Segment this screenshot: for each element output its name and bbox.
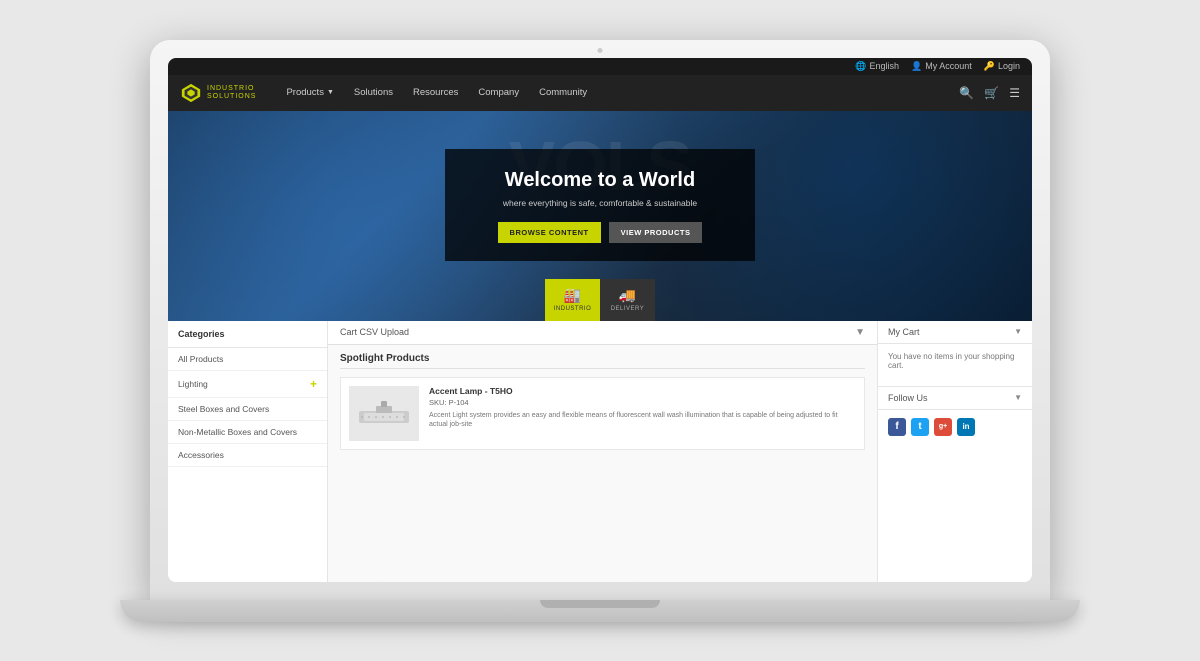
login-icon: 🔑: [984, 61, 995, 72]
my-account-link[interactable]: 👤 My Account: [911, 61, 972, 72]
logo-text: INDUSTRIO SOLUTIONS: [207, 85, 256, 100]
nav-community[interactable]: Community: [529, 75, 597, 111]
follow-label: Follow Us: [888, 393, 928, 403]
nav-menu: Products ▼ Solutions Resources Company: [276, 75, 959, 111]
industrio-tab-icon: 🏭: [564, 287, 582, 304]
expand-icon: +: [310, 377, 317, 391]
hero-section: VOLS Welcome to a World where everything…: [168, 111, 1032, 321]
language-label: English: [869, 61, 899, 71]
product-info: Accent Lamp - T5HO SKU: P-104 Accent Lig…: [429, 386, 856, 441]
laptop-base: [120, 600, 1080, 622]
user-icon: 👤: [911, 61, 922, 72]
laptop-screen: 🌐 English 👤 My Account 🔑 Login: [168, 58, 1032, 582]
follow-header: Follow Us ▼: [878, 387, 1032, 410]
csv-label: Cart CSV Upload: [340, 327, 409, 337]
cart-chevron-icon: ▼: [1014, 327, 1022, 336]
product-name: Accent Lamp - T5HO: [429, 386, 856, 396]
login-link[interactable]: 🔑 Login: [984, 61, 1020, 72]
dropdown-arrow-icon: ▼: [327, 89, 334, 96]
product-card: Accent Lamp - T5HO SKU: P-104 Accent Lig…: [340, 377, 865, 450]
website: 🌐 English 👤 My Account 🔑 Login: [168, 58, 1032, 582]
view-products-button[interactable]: VIEW PRODUCTS: [609, 222, 703, 243]
linkedin-icon[interactable]: in: [957, 418, 975, 436]
globe-icon: 🌐: [855, 61, 866, 72]
language-selector[interactable]: 🌐 English: [855, 61, 899, 72]
navigation: INDUSTRIO SOLUTIONS Products ▼ Solutions: [168, 75, 1032, 111]
cart-label: My Cart: [888, 327, 920, 337]
hero-title: Welcome to a World: [465, 169, 735, 192]
delivery-tab-icon: 🚚: [619, 287, 637, 304]
sidebar-header: Categories: [168, 321, 327, 348]
sidebar-item-lighting[interactable]: Lighting +: [168, 371, 327, 398]
cart-empty-message: You have no items in your shopping cart.: [878, 344, 1032, 378]
follow-section: Follow Us ▼ f t g+ in: [878, 386, 1032, 444]
center-content: Cart CSV Upload ▼ Spotlight Products: [328, 321, 877, 582]
sidebar: Categories All Products Lighting + Steel…: [168, 321, 328, 582]
account-label: My Account: [925, 61, 972, 71]
search-icon[interactable]: 🔍: [959, 86, 974, 100]
tab-delivery[interactable]: 🚚 DELIVERY: [600, 279, 655, 321]
cart-icon[interactable]: 🛒: [984, 86, 999, 100]
login-label: Login: [998, 61, 1020, 71]
camera-dot: [598, 48, 603, 53]
top-bar: 🌐 English 👤 My Account 🔑 Login: [168, 58, 1032, 75]
product-lamp-svg: [354, 391, 414, 436]
csv-chevron-icon: ▼: [855, 327, 865, 338]
cart-header: My Cart ▼: [878, 321, 1032, 344]
logo-icon: [180, 82, 202, 104]
product-image: [349, 386, 419, 441]
follow-chevron-icon: ▼: [1014, 393, 1022, 402]
laptop-body: 🌐 English 👤 My Account 🔑 Login: [150, 40, 1050, 600]
hero-buttons: BROWSE CONTENT VIEW PRODUCTS: [465, 222, 735, 243]
hero-text-box: Welcome to a World where everything is s…: [445, 149, 755, 261]
product-sku: SKU: P-104: [429, 398, 856, 407]
sidebar-item-all-products[interactable]: All Products: [168, 348, 327, 371]
sidebar-item-steel-boxes[interactable]: Steel Boxes and Covers: [168, 398, 327, 421]
right-sidebar: My Cart ▼ You have no items in your shop…: [877, 321, 1032, 582]
menu-icon[interactable]: ☰: [1009, 86, 1020, 100]
social-icons: f t g+ in: [878, 410, 1032, 444]
product-description: Accent Light system provides an easy and…: [429, 411, 856, 431]
sidebar-item-accessories[interactable]: Accessories: [168, 444, 327, 467]
delivery-tab-label: DELIVERY: [611, 306, 645, 312]
spotlight-section: Spotlight Products: [328, 345, 877, 458]
nav-resources[interactable]: Resources: [403, 75, 468, 111]
hero-tabs: 🏭 INDUSTRIO 🚚 DELIVERY: [545, 279, 655, 321]
facebook-icon[interactable]: f: [888, 418, 906, 436]
spotlight-title: Spotlight Products: [340, 353, 865, 369]
tab-industrio[interactable]: 🏭 INDUSTRIO: [545, 279, 600, 321]
hero-subtitle: where everything is safe, comfortable & …: [465, 198, 735, 208]
logo[interactable]: INDUSTRIO SOLUTIONS: [180, 82, 256, 104]
twitter-icon[interactable]: t: [911, 418, 929, 436]
googleplus-icon[interactable]: g+: [934, 418, 952, 436]
csv-upload-bar[interactable]: Cart CSV Upload ▼: [328, 321, 877, 345]
nav-products[interactable]: Products ▼: [276, 75, 343, 111]
browse-content-button[interactable]: BROWSE CONTENT: [498, 222, 601, 243]
nav-solutions[interactable]: Solutions: [344, 75, 403, 111]
laptop-wrapper: 🌐 English 👤 My Account 🔑 Login: [120, 21, 1080, 641]
main-content: Categories All Products Lighting + Steel…: [168, 321, 1032, 582]
nav-company[interactable]: Company: [468, 75, 529, 111]
nav-right: 🔍 🛒 ☰: [959, 86, 1020, 100]
sidebar-item-non-metallic[interactable]: Non-Metallic Boxes and Covers: [168, 421, 327, 444]
industrio-tab-label: INDUSTRIO: [554, 306, 592, 312]
